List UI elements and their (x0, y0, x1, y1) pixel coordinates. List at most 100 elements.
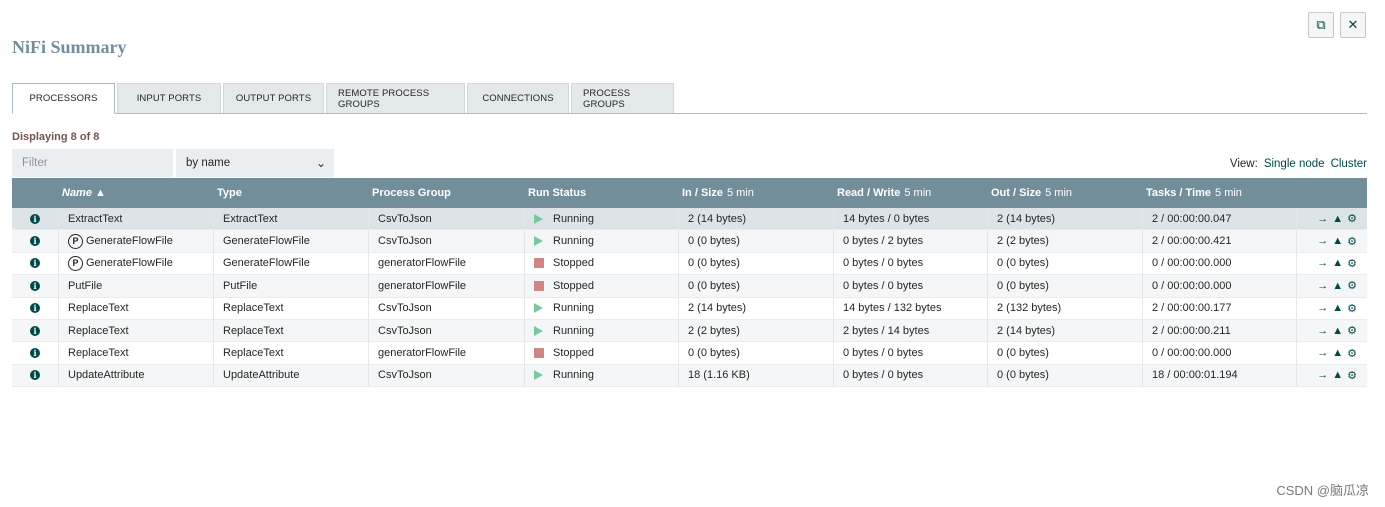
process-group: CsvToJson (378, 369, 432, 382)
process-group: generatorFlowFile (378, 257, 467, 270)
read-write-cell: 0 bytes / 2 bytes (834, 230, 988, 252)
header-name[interactable]: Name ▲ (59, 178, 214, 208)
name-cell: P GenerateFlowFile (59, 252, 214, 275)
running-icon (534, 325, 543, 336)
run-status: Stopped (553, 347, 594, 360)
tab-remote-process-groups[interactable]: REMOTE PROCESS GROUPS (326, 83, 465, 113)
status-history-icon[interactable]: ▲ (1332, 325, 1343, 337)
table-row[interactable]: i ReplaceText ReplaceText CsvToJson Running 2… (12, 297, 1367, 320)
tab-output-ports[interactable]: OUTPUT PORTS (223, 83, 324, 113)
status-history-icon[interactable]: ▲ (1332, 302, 1343, 314)
filter-type-value: by name (186, 157, 231, 169)
read-write-cell: 14 bytes / 132 bytes (834, 297, 988, 319)
cluster-icon[interactable]: ⚙ (1347, 235, 1357, 248)
status-history-icon[interactable]: ▲ (1332, 213, 1343, 225)
info-icon[interactable]: i (30, 370, 40, 381)
info-icon[interactable]: i (30, 303, 40, 314)
goto-arrow-icon[interactable]: → (1317, 302, 1328, 314)
info-icon[interactable]: i (30, 258, 40, 269)
tab-process-groups[interactable]: PROCESS GROUPS (571, 83, 674, 113)
out-size: 2 (132 bytes) (997, 302, 1062, 315)
tab-input-ports[interactable]: INPUT PORTS (117, 83, 221, 113)
goto-arrow-icon[interactable]: → (1317, 257, 1328, 269)
header-process-group[interactable]: Process Group (369, 178, 525, 208)
group-cell: CsvToJson (369, 297, 525, 319)
header-tasks-time[interactable]: Tasks / Time 5 min (1143, 178, 1297, 208)
tasks-time: 18 / 00:00:01.194 (1152, 369, 1238, 382)
table-row[interactable]: i ReplaceText ReplaceText CsvToJson Running 2… (12, 319, 1367, 343)
info-icon[interactable]: i (30, 236, 40, 247)
table-row[interactable]: i P GenerateFlowFile GenerateFlowFile genera… (12, 252, 1367, 276)
table-row[interactable]: i ReplaceText ReplaceText generatorFlowFile… (12, 342, 1367, 365)
info-icon[interactable]: i (30, 280, 40, 291)
status-history-icon[interactable]: ▲ (1332, 347, 1343, 359)
read-write: 2 bytes / 14 bytes (843, 324, 930, 337)
info-icon[interactable]: i (30, 325, 40, 336)
processor-name: ReplaceText (68, 347, 129, 360)
processor-name: GenerateFlowFile (86, 257, 173, 270)
status-history-icon[interactable]: ▲ (1332, 257, 1343, 269)
cluster-icon[interactable]: ⚙ (1347, 212, 1357, 225)
filter-type-select[interactable]: by name ⌄ (176, 149, 334, 177)
table-row[interactable]: i P GenerateFlowFile GenerateFlowFile CsvToJ… (12, 230, 1367, 253)
status-cell: Running (525, 208, 679, 230)
processor-name: UpdateAttribute (68, 369, 145, 382)
tab-connections[interactable]: CONNECTIONS (467, 83, 569, 113)
header-type[interactable]: Type (214, 178, 369, 208)
cluster-icon[interactable]: ⚙ (1347, 302, 1357, 315)
header-out-size[interactable]: Out / Size 5 min (988, 178, 1143, 208)
table-row[interactable]: i ExtractText ExtractText CsvToJson Running 2… (12, 208, 1367, 231)
out-size: 2 (14 bytes) (997, 212, 1056, 225)
info-cell[interactable]: i (12, 297, 59, 319)
info-icon[interactable]: i (30, 348, 40, 359)
info-cell[interactable]: i (12, 319, 59, 342)
info-cell[interactable]: i (12, 230, 59, 252)
goto-arrow-icon[interactable]: → (1317, 235, 1328, 247)
cluster-icon[interactable]: ⚙ (1347, 347, 1357, 360)
goto-arrow-icon[interactable]: → (1317, 347, 1328, 359)
cluster-icon[interactable]: ⚙ (1347, 324, 1357, 337)
header-read-write[interactable]: Read / Write 5 min (834, 178, 988, 208)
process-group: CsvToJson (378, 324, 432, 337)
primary-node-icon: P (68, 255, 83, 271)
in-size: 2 (14 bytes) (688, 302, 747, 315)
processor-name: PutFile (68, 279, 103, 292)
cluster-icon[interactable]: ⚙ (1347, 279, 1357, 292)
type-cell: GenerateFlowFile (214, 230, 369, 252)
status-history-icon[interactable]: ▲ (1332, 235, 1343, 247)
header-run-status[interactable]: Run Status (525, 178, 679, 208)
cluster-icon[interactable]: ⚙ (1347, 369, 1357, 382)
info-cell[interactable]: i (12, 208, 59, 230)
tasks-time: 2 / 00:00:00.421 (1152, 235, 1232, 248)
info-cell[interactable]: i (12, 252, 59, 275)
run-status: Stopped (553, 279, 594, 292)
close-icon[interactable]: ✕ (1340, 12, 1366, 38)
cluster-link[interactable]: Cluster (1331, 158, 1367, 170)
goto-arrow-icon[interactable]: → (1317, 369, 1328, 381)
popout-icon[interactable]: ⧉ (1308, 12, 1334, 38)
info-cell[interactable]: i (12, 342, 59, 364)
actions-cell: → ▲ ⚙ (1297, 298, 1367, 319)
tab-processors[interactable]: PROCESSORS (12, 83, 115, 114)
cluster-icon[interactable]: ⚙ (1347, 257, 1357, 270)
group-cell: generatorFlowFile (369, 275, 525, 297)
header-in-size[interactable]: In / Size 5 min (679, 178, 834, 208)
tasks-time: 0 / 00:00:00.000 (1152, 279, 1232, 292)
status-history-icon[interactable]: ▲ (1332, 280, 1343, 292)
single-node-link[interactable]: Single node (1264, 158, 1325, 170)
table-row[interactable]: i UpdateAttribute UpdateAttribute CsvToJson… (12, 364, 1367, 388)
table-row[interactable]: i PutFile PutFile generatorFlowFile Stopped 0… (12, 275, 1367, 298)
actions-cell: → ▲ ⚙ (1297, 275, 1367, 296)
goto-arrow-icon[interactable]: → (1317, 213, 1328, 225)
info-cell[interactable]: i (12, 275, 59, 297)
type-cell: UpdateAttribute (214, 364, 369, 387)
process-group: generatorFlowFile (378, 347, 467, 360)
filter-input[interactable] (12, 149, 173, 177)
watermark: CSDN @脑瓜凉 (1276, 483, 1369, 498)
in-size-cell: 2 (14 bytes) (679, 208, 834, 230)
goto-arrow-icon[interactable]: → (1317, 280, 1328, 292)
goto-arrow-icon[interactable]: → (1317, 325, 1328, 337)
status-history-icon[interactable]: ▲ (1332, 369, 1343, 381)
info-cell[interactable]: i (12, 364, 59, 387)
info-icon[interactable]: i (30, 213, 40, 224)
